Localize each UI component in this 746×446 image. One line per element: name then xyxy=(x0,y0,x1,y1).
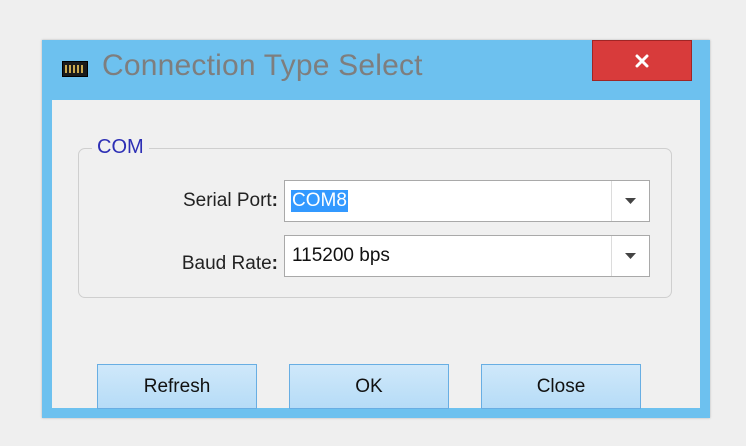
title-bar[interactable]: Connection Type Select xyxy=(42,40,710,100)
chevron-down-icon xyxy=(625,197,636,204)
app-icon xyxy=(62,61,88,77)
serial-port-label-wrap: Serial Port: xyxy=(118,190,278,212)
serial-port-colon: : xyxy=(271,190,278,211)
window-close-button[interactable] xyxy=(592,40,692,81)
window-title: Connection Type Select xyxy=(102,49,423,82)
ok-button[interactable]: OK xyxy=(289,364,449,409)
baud-rate-label: Baud Rate xyxy=(181,253,272,274)
refresh-button[interactable]: Refresh xyxy=(97,364,257,409)
serial-port-value[interactable]: COM8 xyxy=(291,190,348,212)
close-x-icon xyxy=(635,54,649,67)
baud-rate-label-wrap: Baud Rate: xyxy=(118,253,278,275)
dialog-client-area: COM Serial Port: COM8 Baud Rate: 115200 … xyxy=(52,100,700,409)
baud-rate-value[interactable]: 115200 bps xyxy=(291,245,391,267)
serial-port-label: Serial Port xyxy=(182,190,272,211)
baud-rate-dropdown-button[interactable] xyxy=(611,236,649,276)
baud-rate-dropdown[interactable]: 115200 bps xyxy=(284,235,650,277)
close-button[interactable]: Close xyxy=(481,364,641,409)
dialog-window: Connection Type Select COM Serial Port: … xyxy=(42,40,710,418)
com-group-legend: COM xyxy=(92,136,149,158)
chevron-down-icon xyxy=(625,252,636,259)
serial-port-dropdown[interactable]: COM8 xyxy=(284,180,650,222)
baud-rate-colon: : xyxy=(271,253,278,274)
serial-port-dropdown-button[interactable] xyxy=(611,181,649,221)
